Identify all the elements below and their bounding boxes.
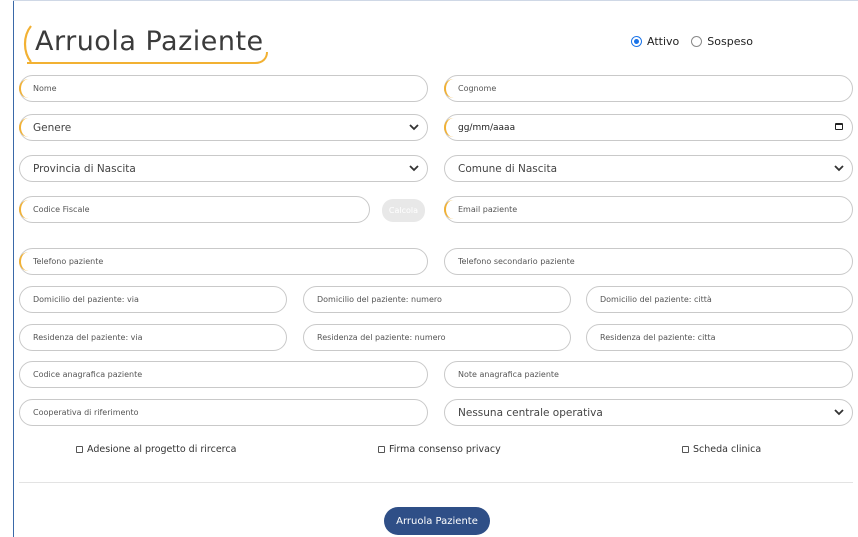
codice-fiscale-input[interactable]: Codice Fiscale <box>19 196 370 223</box>
provincia-nascita-value: Provincia di Nascita <box>33 162 136 175</box>
radio-sospeso[interactable] <box>691 36 703 47</box>
frame-left-border <box>13 0 14 537</box>
status-radio-group: Attivo Sospeso <box>631 35 765 48</box>
domicilio-citta-placeholder: Domicilio del paziente: città <box>600 295 712 304</box>
codice-anagrafica-input[interactable]: Codice anagrafica paziente <box>19 361 428 388</box>
telefono-input[interactable]: Telefono paziente <box>19 248 428 275</box>
note-anagrafica-input[interactable]: Note anagrafica paziente <box>444 361 853 388</box>
residenza-numero-placeholder: Residenza del paziente: numero <box>317 333 446 342</box>
checkbox-scheda-label[interactable]: Scheda clinica <box>693 444 761 455</box>
calendar-icon[interactable] <box>835 123 843 130</box>
residenza-via-placeholder: Residenza del paziente: via <box>33 333 143 342</box>
cooperativa-input[interactable]: Cooperativa di riferimento <box>19 399 428 426</box>
residenza-citta-placeholder: Residenza del paziente: citta <box>600 333 716 342</box>
domicilio-citta-input[interactable]: Domicilio del paziente: città <box>586 286 853 313</box>
chevron-down-icon <box>834 409 844 416</box>
codice-fiscale-placeholder: Codice Fiscale <box>33 205 90 214</box>
provincia-nascita-select[interactable]: Provincia di Nascita <box>19 155 428 182</box>
checkbox-ricerca[interactable]: Adesione al progetto di rircerca <box>76 444 236 455</box>
calcola-button[interactable]: Calcola <box>382 199 425 222</box>
domicilio-via-placeholder: Domicilio del paziente: via <box>33 295 139 304</box>
checkbox-privacy-label[interactable]: Firma consenso privacy <box>389 444 501 455</box>
nome-input[interactable]: Nome <box>19 75 428 102</box>
telefono-secondario-placeholder: Telefono secondario paziente <box>458 257 575 266</box>
note-anagrafica-placeholder: Note anagrafica paziente <box>458 370 559 379</box>
domicilio-numero-input[interactable]: Domicilio del paziente: numero <box>303 286 571 313</box>
checkbox-privacy-box[interactable] <box>378 446 385 453</box>
page-title-box: Arruola Paziente <box>19 22 269 66</box>
chevron-down-icon <box>409 165 419 172</box>
page-title: Arruola Paziente <box>35 26 264 57</box>
domicilio-via-input[interactable]: Domicilio del paziente: via <box>19 286 287 313</box>
centrale-operativa-select[interactable]: Nessuna centrale operativa <box>444 399 853 426</box>
email-placeholder: Email paziente <box>458 205 518 214</box>
nome-placeholder: Nome <box>33 84 57 93</box>
comune-nascita-select[interactable]: Comune di Nascita <box>444 155 853 182</box>
checkbox-ricerca-box[interactable] <box>76 446 83 453</box>
radio-attivo-label[interactable]: Attivo <box>647 35 679 48</box>
codice-anagrafica-placeholder: Codice anagrafica paziente <box>33 370 143 379</box>
radio-sospeso-label[interactable]: Sospeso <box>707 35 753 48</box>
checkbox-ricerca-label[interactable]: Adesione al progetto di rircerca <box>87 444 236 455</box>
domicilio-numero-placeholder: Domicilio del paziente: numero <box>317 295 442 304</box>
cooperativa-placeholder: Cooperativa di riferimento <box>33 408 139 417</box>
cognome-placeholder: Cognome <box>458 84 497 93</box>
arruola-paziente-button[interactable]: Arruola Paziente <box>384 507 490 535</box>
telefono-placeholder: Telefono paziente <box>33 257 104 266</box>
email-input[interactable]: Email paziente <box>444 196 853 223</box>
residenza-via-input[interactable]: Residenza del paziente: via <box>19 324 287 351</box>
checkbox-scheda-box[interactable] <box>682 446 689 453</box>
residenza-numero-input[interactable]: Residenza del paziente: numero <box>303 324 571 351</box>
checkbox-privacy[interactable]: Firma consenso privacy <box>378 444 501 455</box>
frame-top-border <box>13 0 858 1</box>
chevron-down-icon <box>409 124 419 131</box>
cognome-input[interactable]: Cognome <box>444 75 853 102</box>
data-nascita-input[interactable]: gg/mm/aaaa <box>444 114 853 141</box>
genere-value: Genere <box>33 121 72 134</box>
data-nascita-placeholder: gg/mm/aaaa <box>458 122 516 133</box>
genere-select[interactable]: Genere <box>19 114 428 141</box>
centrale-operativa-value: Nessuna centrale operativa <box>458 406 603 419</box>
chevron-down-icon <box>834 165 844 172</box>
telefono-secondario-input[interactable]: Telefono secondario paziente <box>444 248 853 275</box>
radio-attivo[interactable] <box>631 36 642 47</box>
form-divider <box>19 482 853 483</box>
checkbox-scheda[interactable]: Scheda clinica <box>682 444 761 455</box>
residenza-citta-input[interactable]: Residenza del paziente: citta <box>586 324 853 351</box>
comune-nascita-value: Comune di Nascita <box>458 162 558 175</box>
